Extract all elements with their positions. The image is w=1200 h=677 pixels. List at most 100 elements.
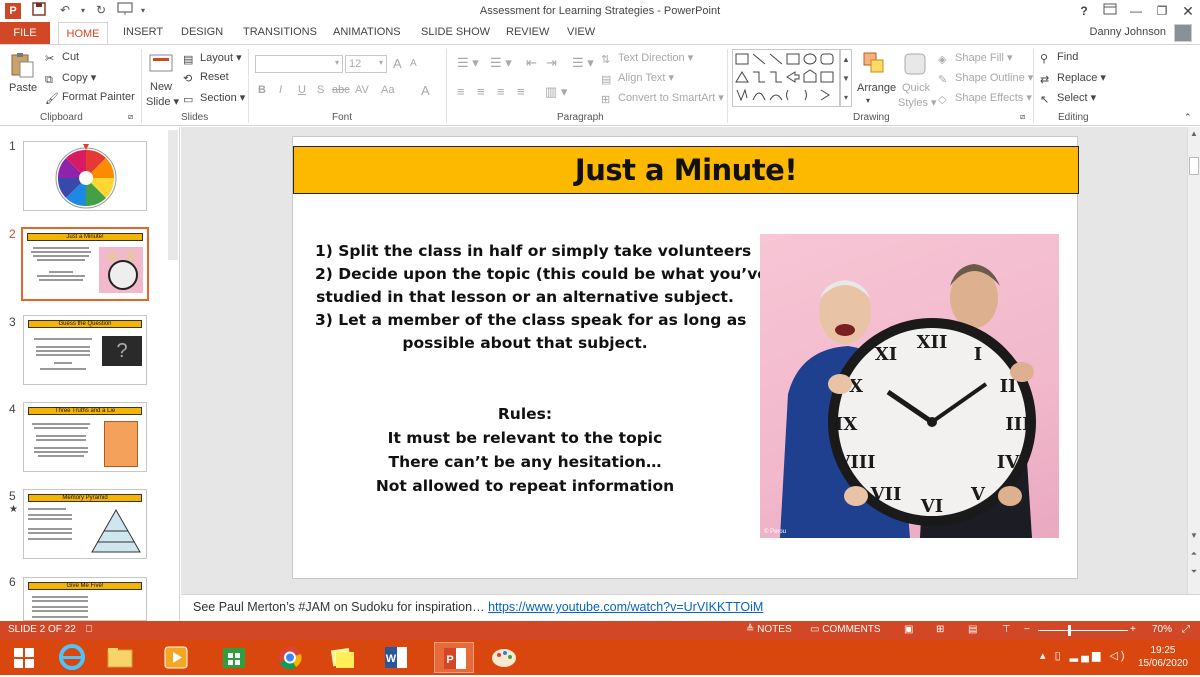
thumbnail-scrollbar[interactable] [168,130,178,260]
change-case-button[interactable]: Aa [381,84,394,96]
cut-button[interactable]: ✂ Cut [45,51,79,65]
font-family-select[interactable]: ▾ [255,55,343,73]
new-slide-button-line2[interactable]: Slide ▾ [146,95,179,108]
shape-outline-button[interactable]: ✎ Shape Outline ▾ [938,71,1033,86]
tray-icons[interactable]: ▴ ▯ ▂▄▆ ◁) [1040,649,1128,662]
normal-view-icon[interactable]: ▣ [904,624,913,635]
taskbar-clock[interactable]: 19:25 15/06/2020 [1138,644,1188,670]
tab-insert[interactable]: INSERT [123,26,163,38]
notes-toggle[interactable]: ≜ NOTES [746,624,792,635]
tab-slide-show[interactable]: SLIDE SHOW [421,26,490,38]
scroll-down-icon[interactable]: ▼ [1189,531,1199,540]
reset-button[interactable]: ⟲ Reset [183,71,229,85]
ribbon-display-icon[interactable] [1098,2,1122,20]
chrome-icon[interactable] [270,642,310,673]
comments-toggle[interactable]: ▭ COMMENTS [810,624,881,635]
powerpoint-taskbar-icon[interactable]: P [434,642,474,673]
notes-pane[interactable]: See Paul Merton’s #JAM on Sudoku for ins… [181,594,1200,621]
drawing-launcher-icon[interactable]: ⧄ [1020,112,1025,122]
shape-effects-button[interactable]: ◇ Shape Effects ▾ [938,91,1032,106]
sticky-notes-icon[interactable] [322,642,362,673]
align-left-icon[interactable]: ≡ [457,84,465,99]
shadow-button[interactable]: S [317,84,324,96]
media-player-icon[interactable] [156,642,196,673]
clock-photo[interactable]: XII I II III IV V VI VII VIII IX X XI © [760,234,1059,538]
columns-icon[interactable]: ▥ ▾ [545,84,567,100]
reading-view-icon[interactable]: ▤ [968,624,977,635]
underline-button[interactable]: U [298,84,306,96]
zoom-in-button[interactable]: + [1130,624,1136,635]
bold-button[interactable]: B [258,84,266,96]
arrange-button[interactable]: Arrange [857,82,896,94]
tab-design[interactable]: DESIGN [181,26,223,38]
internet-explorer-icon[interactable] [52,642,92,673]
align-right-icon[interactable]: ≡ [497,84,505,99]
paint-icon[interactable] [484,642,524,673]
shapes-gallery[interactable] [732,49,840,107]
italic-button[interactable]: I [279,84,282,96]
paste-icon[interactable] [9,51,37,79]
numbering-icon[interactable]: ☰ ▾ [490,55,512,71]
quick-styles-icon[interactable] [902,51,930,79]
text-direction-button[interactable]: ⇅ Text Direction ▾ [601,51,693,66]
avatar[interactable] [1174,24,1192,42]
zoom-level[interactable]: 70% [1152,624,1172,635]
align-center-icon[interactable]: ≡ [477,84,485,99]
character-spacing-button[interactable]: AV [355,84,369,96]
thumbnail-slide-6[interactable]: Give Me Five! [23,577,147,621]
collapse-ribbon-icon[interactable]: ⌃ [1184,112,1192,123]
new-slide-icon[interactable] [148,51,176,79]
thumbnail-slide-5[interactable]: Memory Pyramid [23,489,147,559]
grow-font-button[interactable]: A [393,56,402,71]
zoom-slider-thumb[interactable] [1068,625,1071,636]
notes-link[interactable]: https://www.youtube.com/watch?v=UrVIKKTT… [488,600,763,614]
help-button[interactable]: ? [1072,2,1096,20]
increase-indent-icon[interactable]: ⇥ [546,55,557,71]
shapes-gallery-scroll[interactable]: ▲ ▼ ▾ [840,49,852,107]
align-text-button[interactable]: ▤ Align Text ▾ [601,71,674,86]
section-button[interactable]: ▭ Section ▾ [183,91,245,106]
zoom-slider[interactable] [1038,630,1128,631]
file-explorer-icon[interactable] [100,642,140,673]
clipboard-launcher-icon[interactable]: ⧄ [128,112,133,122]
spellcheck-icon[interactable]: ⎕ [86,624,92,635]
replace-button[interactable]: ⇄ Replace ▾ [1040,71,1106,86]
copy-button[interactable]: ⧉ Copy ▾ [45,71,96,86]
new-slide-button[interactable]: New [150,81,172,93]
user-name[interactable]: Danny Johnson [1090,26,1166,38]
fit-slide-icon[interactable]: ⤢ [1182,624,1190,635]
store-icon[interactable] [214,642,254,673]
decrease-indent-icon[interactable]: ⇤ [526,55,537,71]
tab-view[interactable]: VIEW [567,26,595,38]
font-size-select[interactable]: 12 ▾ [345,55,387,73]
windows-start-icon[interactable] [4,642,44,673]
shrink-font-button[interactable]: A [410,58,417,69]
zoom-out-button[interactable]: − [1024,624,1030,635]
tab-home[interactable]: HOME [58,22,108,45]
minimize-icon[interactable]: — [1124,2,1148,20]
convert-smartart-button[interactable]: ⊞ Convert to SmartArt ▾ [601,91,724,106]
close-icon[interactable]: ✕ [1176,2,1200,20]
notes-text[interactable]: See Paul Merton’s #JAM on Sudoku for ins… [193,600,763,614]
slide-title[interactable]: Just a Minute! [293,146,1079,194]
format-painter-button[interactable]: 🖌 Format Painter [45,91,135,105]
bullets-icon[interactable]: ☰ ▾ [457,55,479,71]
next-slide-icon[interactable]: ⏷ [1189,567,1199,577]
select-button[interactable]: ↖ Select ▾ [1040,91,1096,106]
scroll-thumb[interactable] [1189,157,1199,175]
font-color-button[interactable]: A [421,83,430,98]
justify-icon[interactable]: ≡ [517,84,525,99]
tab-review[interactable]: REVIEW [506,26,549,38]
quick-styles-button-line2[interactable]: Styles ▾ [898,96,937,109]
restore-icon[interactable]: ❐ [1150,2,1174,20]
previous-slide-icon[interactable]: ⏶ [1189,549,1199,559]
layout-button[interactable]: ▤ Layout ▾ [183,51,242,66]
slide-scrollbar[interactable]: ▲ ▼ ⏶ ⏷ [1187,127,1200,594]
thumbnail-slide-1[interactable] [23,141,147,211]
tab-file[interactable]: FILE [0,22,50,44]
strikethrough-button[interactable]: abc [332,84,350,96]
thumbnail-slide-2[interactable]: Just a Minute! [21,227,149,301]
find-button[interactable]: ⚲ Find [1040,51,1078,65]
word-icon[interactable]: W [376,642,416,673]
thumbnail-slide-3[interactable]: Guess the Question ? [23,315,147,385]
